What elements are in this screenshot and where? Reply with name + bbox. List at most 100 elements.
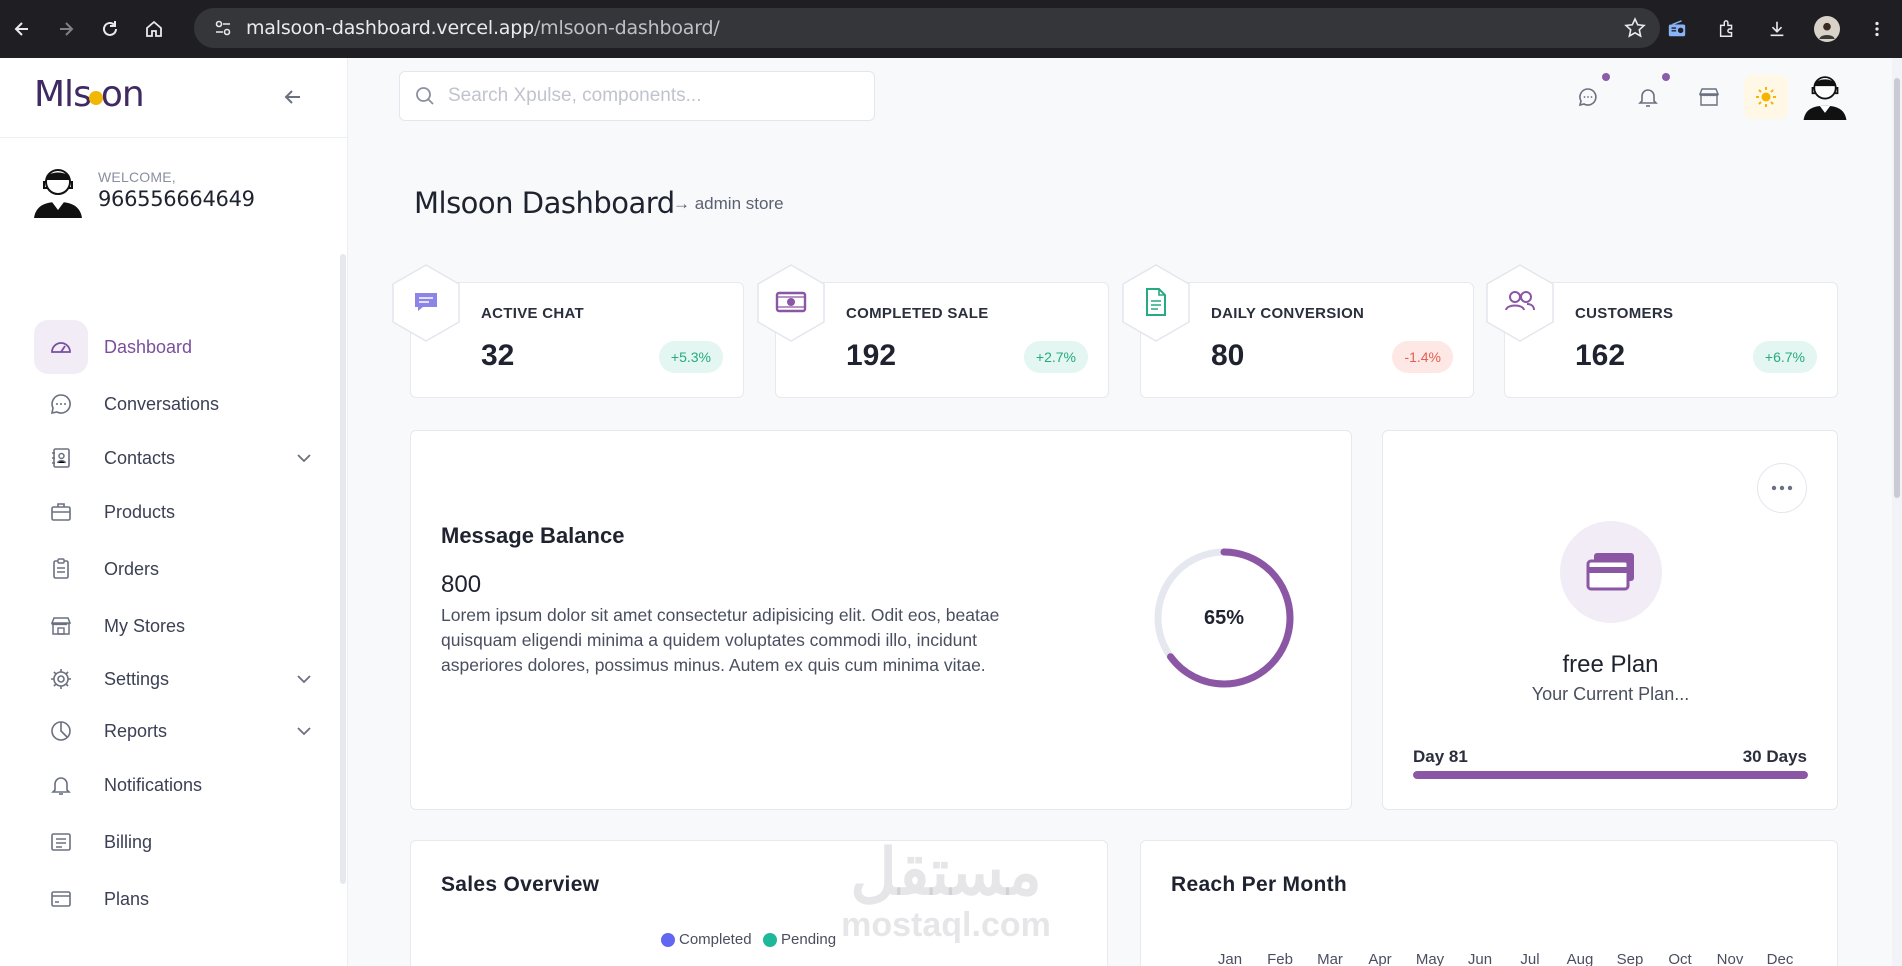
plan-cards-icon (1560, 521, 1662, 623)
theme-toggle[interactable] (1744, 75, 1788, 119)
sidebar-item-notifications[interactable]: Notifications (34, 758, 314, 812)
extensions-icon[interactable] (1702, 0, 1752, 58)
forward-icon[interactable] (44, 0, 88, 58)
reload-icon[interactable] (88, 0, 132, 58)
download-icon[interactable] (1752, 0, 1802, 58)
sidebar-item-products[interactable]: Products (34, 485, 314, 539)
sidebar-item-conversations[interactable]: Conversations (34, 377, 314, 431)
month-tick-label: Jul (1520, 951, 1540, 966)
sidebar-item-settings[interactable]: Settings (34, 652, 314, 706)
stat-value: 162 (1575, 339, 1626, 372)
clipboard-icon (34, 542, 88, 596)
store-icon (1698, 88, 1720, 106)
card-title: Reach Per Month (1171, 873, 1348, 896)
gear-icon (34, 652, 88, 706)
user-name: 966556664649 (98, 187, 255, 211)
store-button[interactable] (1687, 75, 1731, 119)
home-icon[interactable] (132, 0, 176, 58)
sidebar-scrollbar[interactable] (340, 254, 346, 884)
sidebar-item-label: My Stores (104, 615, 186, 636)
sidebar-item-label: Orders (104, 558, 160, 579)
bell-icon (1638, 89, 1658, 107)
stat-title: ACTIVE CHAT (481, 305, 585, 322)
balance-percent: 65% (1203, 606, 1245, 629)
balance-value: 800 (441, 571, 482, 598)
bookmark-star-icon[interactable] (1624, 17, 1646, 44)
sidebar-item-reports[interactable]: Reports (34, 704, 314, 758)
stat-change-badge: -1.4% (1392, 341, 1453, 373)
store-icon (34, 599, 88, 653)
message-icon (392, 264, 460, 342)
sidebar-item-label: Contacts (104, 447, 176, 468)
stat-title: COMPLETED SALE (846, 305, 989, 322)
browser-toolbar: malsoon-dashboard.vercel.app/mlsoon-dash… (0, 0, 1902, 58)
balance-description: Lorem ipsum dolor sit amet consectetur a… (441, 605, 1000, 675)
more-options-button[interactable] (1757, 463, 1807, 513)
stat-card-customers: CUSTOMERS 162 +6.7% (1486, 264, 1838, 398)
stat-change-badge: +2.7% (1023, 341, 1088, 373)
user-avatar-button[interactable] (1800, 70, 1850, 120)
sidebar: Mls on WELCOME, 966556664649 Dashboard C… (0, 58, 348, 966)
sidebar-item-label: Notifications (104, 774, 203, 795)
message-balance-card: Message Balance 800 Lorem ipsum dolor si… (410, 430, 1352, 810)
breadcrumb: → admin store (673, 194, 784, 213)
month-axis: Jan Feb Mar Apr May Jun Jul Aug Sep Oct Nov Dec (1205, 951, 1805, 966)
card-title: Message Balance (441, 523, 625, 548)
avatar[interactable] (30, 162, 86, 218)
page-scrollbar[interactable] (1892, 58, 1902, 966)
sidebar-item-orders[interactable]: Orders (34, 542, 314, 596)
month-tick-label: Feb (1267, 951, 1293, 966)
legend-pending[interactable]: Pending (763, 931, 836, 948)
bell-icon (34, 758, 88, 812)
sidebar-item-my-stores[interactable]: My Stores (34, 599, 314, 653)
month-tick-label: Jun (1467, 951, 1493, 966)
profile-avatar[interactable] (1802, 0, 1852, 58)
chrome-menu-icon[interactable] (1852, 0, 1902, 58)
plan-card: free Plan Your Current Plan... Day 81 30… (1382, 430, 1838, 810)
stat-value: 80 (1211, 339, 1245, 372)
legend-completed[interactable]: Completed (661, 931, 752, 948)
plan-day-label: Day 81 (1413, 747, 1468, 766)
sidebar-item-label: Conversations (104, 393, 220, 414)
site-settings-icon[interactable] (210, 15, 236, 41)
month-tick-label: Sep (1616, 951, 1644, 966)
stat-change-badge: +6.7% (1752, 341, 1817, 373)
search-icon (416, 87, 434, 105)
document-icon (1122, 264, 1190, 342)
chevron-down-icon[interactable] (294, 669, 314, 689)
stat-value: 32 (481, 339, 515, 372)
stat-card-active-chat: ACTIVE CHAT 32 +5.3% (392, 264, 744, 398)
month-tick-label: Aug (1566, 951, 1594, 966)
stat-card-daily-conversion: DAILY CONVERSION 80 -1.4% (1122, 264, 1474, 398)
plan-duration-label: 30 Days (1742, 747, 1807, 766)
month-tick-label: Oct (1668, 951, 1692, 966)
avatar (1803, 76, 1847, 120)
contact-book-icon (34, 431, 88, 485)
search-box[interactable] (399, 71, 875, 121)
users-icon (1486, 264, 1554, 342)
address-bar[interactable]: malsoon-dashboard.vercel.app/mlsoon-dash… (194, 8, 1660, 48)
watermark: مستقل mostaql.com (841, 836, 1051, 944)
media-icon[interactable] (1652, 0, 1702, 58)
chevron-down-icon[interactable] (294, 448, 314, 468)
sidebar-item-plans[interactable]: Plans (34, 872, 314, 926)
plan-progress-fill (1413, 771, 1808, 779)
scrollbar-thumb[interactable] (1894, 78, 1900, 498)
month-tick-label: May (1415, 951, 1445, 966)
url-text: malsoon-dashboard.vercel.app/mlsoon-dash… (246, 17, 720, 39)
briefcase-icon (34, 485, 88, 539)
sidebar-item-contacts[interactable]: Contacts (34, 431, 314, 485)
sidebar-item-label: Plans (104, 888, 150, 909)
chevron-down-icon[interactable] (294, 721, 314, 741)
messages-button[interactable] (1566, 73, 1610, 119)
sidebar-item-billing[interactable]: Billing (34, 815, 314, 869)
sidebar-item-dashboard[interactable]: Dashboard (34, 320, 314, 374)
notifications-button[interactable] (1626, 73, 1670, 119)
sidebar-item-label: Reports (104, 720, 168, 741)
logo[interactable]: Mls on (34, 74, 145, 115)
collapse-sidebar-icon[interactable] (280, 84, 306, 110)
back-icon[interactable] (0, 0, 44, 58)
search-input[interactable] (448, 85, 848, 107)
unread-badge (1662, 73, 1670, 81)
reach-per-month-card: Reach Per Month Jan Feb Mar Apr May Jun Jul Aug… (1140, 840, 1838, 966)
